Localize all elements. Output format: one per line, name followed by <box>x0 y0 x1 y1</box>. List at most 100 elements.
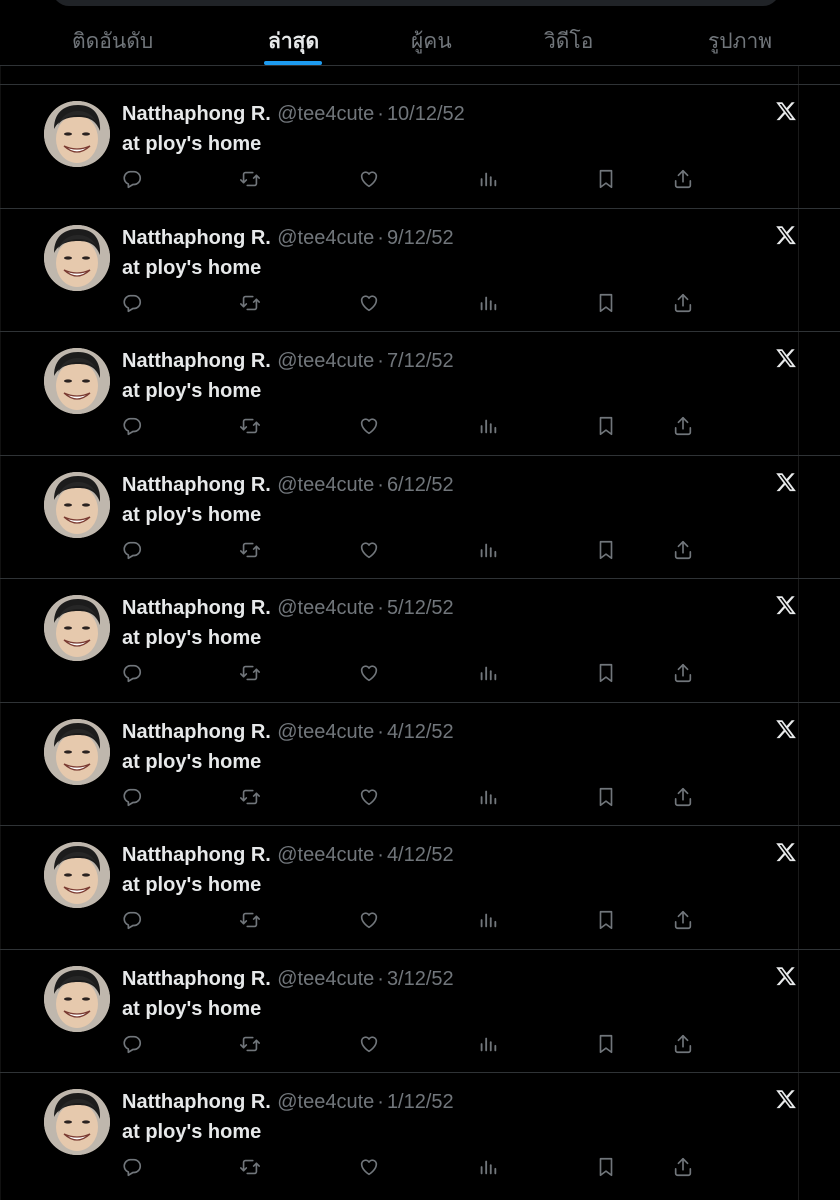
tweet[interactable]: Natthaphong R. @tee4cute · 6/12/52 at ploy… <box>0 454 840 579</box>
like-icon[interactable] <box>358 168 380 190</box>
user-handle[interactable]: @tee4cute <box>277 597 374 619</box>
tweet-date[interactable]: 6/12/52 <box>387 474 454 496</box>
tweet[interactable]: Natthaphong R. @tee4cute · 1/12/52 at ploy… <box>0 1072 840 1196</box>
tweet-date[interactable]: 1/12/52 <box>387 1091 454 1113</box>
retweet-icon[interactable] <box>239 415 261 437</box>
share-icon[interactable] <box>672 1033 694 1055</box>
tweet-date[interactable]: 5/12/52 <box>387 597 454 619</box>
avatar[interactable] <box>44 1089 110 1155</box>
reply-icon[interactable] <box>121 1156 143 1178</box>
share-icon[interactable] <box>672 168 694 190</box>
avatar[interactable] <box>44 842 110 908</box>
retweet-icon[interactable] <box>239 786 261 808</box>
display-name[interactable]: Natthaphong R. <box>122 597 271 619</box>
tweet[interactable]: Natthaphong R. @tee4cute · 4/12/52 at ploy… <box>0 825 840 949</box>
like-icon[interactable] <box>358 909 380 931</box>
display-name[interactable]: Natthaphong R. <box>122 968 271 990</box>
tweet-date[interactable]: 9/12/52 <box>387 227 454 249</box>
display-name[interactable]: Natthaphong R. <box>122 844 271 866</box>
like-icon[interactable] <box>358 786 380 808</box>
avatar[interactable] <box>44 471 110 538</box>
bookmark-icon[interactable] <box>595 1033 617 1055</box>
retweet-icon[interactable] <box>239 909 261 931</box>
user-handle[interactable]: @tee4cute <box>277 968 374 990</box>
user-handle[interactable]: @tee4cute <box>277 350 374 372</box>
retweet-icon[interactable] <box>239 168 261 190</box>
retweet-icon[interactable] <box>239 539 261 561</box>
avatar[interactable] <box>44 595 110 661</box>
display-name[interactable]: Natthaphong R. <box>122 227 271 249</box>
user-handle[interactable]: @tee4cute <box>277 721 374 743</box>
avatar[interactable] <box>44 224 110 291</box>
retweet-icon[interactable] <box>239 1156 261 1178</box>
reply-icon[interactable] <box>121 909 143 931</box>
tweet-date[interactable]: 10/12/52 <box>387 103 465 125</box>
share-icon[interactable] <box>672 1156 694 1178</box>
views-icon[interactable] <box>477 662 499 684</box>
display-name[interactable]: Natthaphong R. <box>122 721 271 743</box>
retweet-icon[interactable] <box>239 662 261 684</box>
views-icon[interactable] <box>477 1033 499 1055</box>
bookmark-icon[interactable] <box>595 662 617 684</box>
bookmark-icon[interactable] <box>595 909 617 931</box>
like-icon[interactable] <box>358 1156 380 1178</box>
tweet[interactable]: Natthaphong R. @tee4cute · 5/12/52 at ploy… <box>0 578 840 702</box>
tweet[interactable]: Natthaphong R. @tee4cute · 3/12/52 at ploy… <box>0 948 840 1073</box>
tweet-date[interactable]: 3/12/52 <box>387 968 454 990</box>
views-icon[interactable] <box>477 539 499 561</box>
views-icon[interactable] <box>477 786 499 808</box>
bookmark-icon[interactable] <box>595 1156 617 1178</box>
bookmark-icon[interactable] <box>595 168 617 190</box>
x-logo-icon <box>775 594 797 616</box>
views-icon[interactable] <box>477 415 499 437</box>
views-icon[interactable] <box>477 1156 499 1178</box>
user-handle[interactable]: @tee4cute <box>277 103 374 125</box>
reply-icon[interactable] <box>121 292 143 314</box>
display-name[interactable]: Natthaphong R. <box>122 1091 271 1113</box>
like-icon[interactable] <box>358 415 380 437</box>
reply-icon[interactable] <box>121 1033 143 1055</box>
reply-icon[interactable] <box>121 786 143 808</box>
like-icon[interactable] <box>358 292 380 314</box>
tweet[interactable]: Natthaphong R. @tee4cute · 7/12/52 at ploy… <box>0 331 840 455</box>
reply-icon[interactable] <box>121 415 143 437</box>
views-icon[interactable] <box>477 168 499 190</box>
reply-icon[interactable] <box>121 168 143 190</box>
share-icon[interactable] <box>672 786 694 808</box>
tweet-date[interactable]: 4/12/52 <box>387 844 454 866</box>
bookmark-icon[interactable] <box>595 786 617 808</box>
views-icon[interactable] <box>477 909 499 931</box>
display-name[interactable]: Natthaphong R. <box>122 350 271 372</box>
retweet-icon[interactable] <box>239 292 261 314</box>
avatar[interactable] <box>44 101 110 167</box>
bookmark-icon[interactable] <box>595 539 617 561</box>
share-icon[interactable] <box>672 292 694 314</box>
tweet[interactable]: Natthaphong R. @tee4cute · 9/12/52 at ploy… <box>0 207 840 332</box>
like-icon[interactable] <box>358 539 380 561</box>
avatar[interactable] <box>44 348 110 414</box>
avatar[interactable] <box>44 965 110 1032</box>
user-handle[interactable]: @tee4cute <box>277 227 374 249</box>
like-icon[interactable] <box>358 1033 380 1055</box>
display-name[interactable]: Natthaphong R. <box>122 474 271 496</box>
share-icon[interactable] <box>672 415 694 437</box>
share-icon[interactable] <box>672 662 694 684</box>
retweet-icon[interactable] <box>239 1033 261 1055</box>
user-handle[interactable]: @tee4cute <box>277 844 374 866</box>
share-icon[interactable] <box>672 909 694 931</box>
display-name[interactable]: Natthaphong R. <box>122 103 271 125</box>
user-handle[interactable]: @tee4cute <box>277 1091 374 1113</box>
views-icon[interactable] <box>477 292 499 314</box>
tweet[interactable]: Natthaphong R. @tee4cute · 4/12/52 at ploy… <box>0 701 840 826</box>
reply-icon[interactable] <box>121 662 143 684</box>
share-icon[interactable] <box>672 539 694 561</box>
tweet[interactable]: Natthaphong R. @tee4cute · 10/12/52 at plo… <box>0 84 840 208</box>
tweet-date[interactable]: 4/12/52 <box>387 721 454 743</box>
bookmark-icon[interactable] <box>595 292 617 314</box>
avatar[interactable] <box>44 718 110 785</box>
tweet-date[interactable]: 7/12/52 <box>387 350 454 372</box>
reply-icon[interactable] <box>121 539 143 561</box>
bookmark-icon[interactable] <box>595 415 617 437</box>
like-icon[interactable] <box>358 662 380 684</box>
user-handle[interactable]: @tee4cute <box>277 474 374 496</box>
